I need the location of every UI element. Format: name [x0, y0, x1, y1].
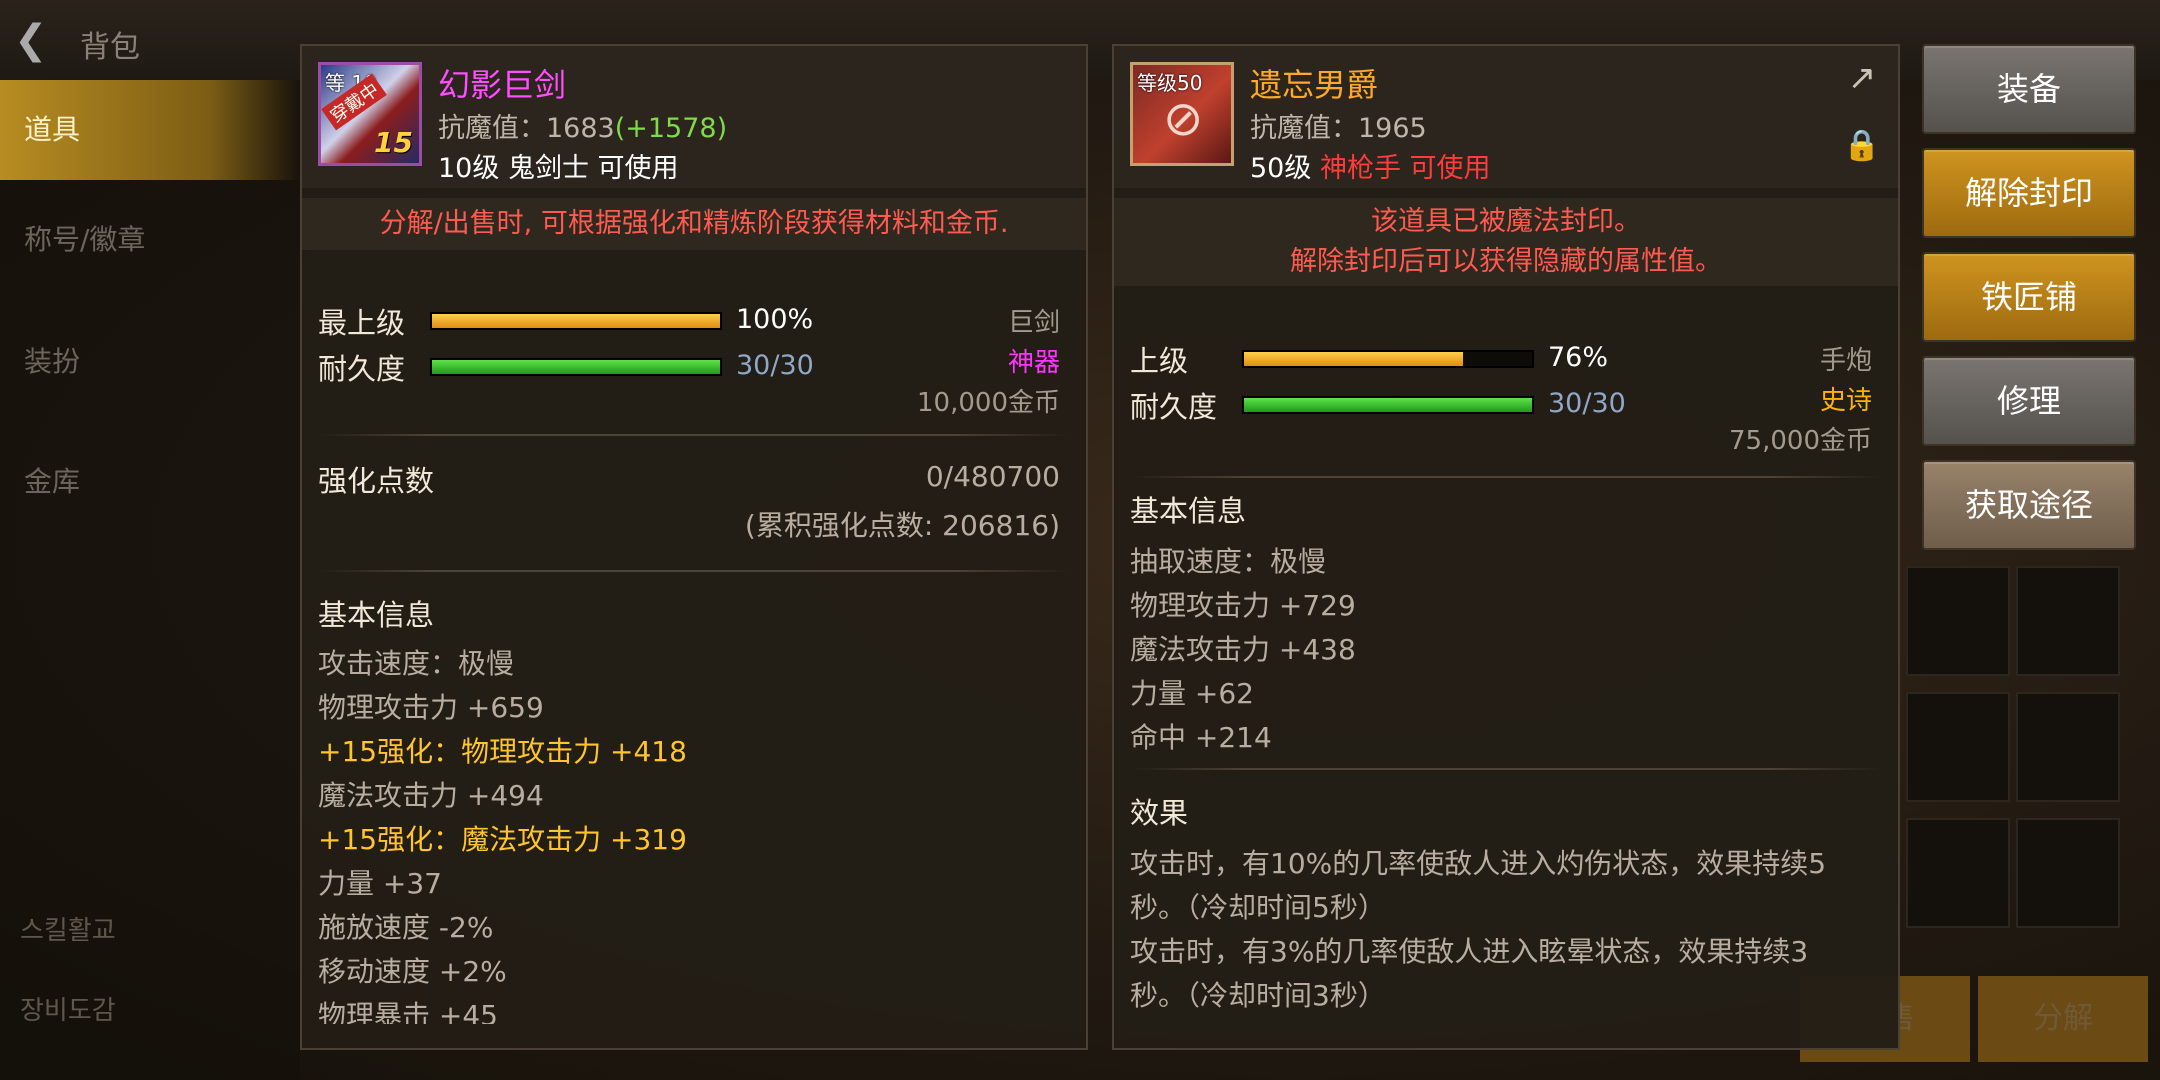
basic-info-title: 基本信息: [1130, 494, 1247, 528]
grade-bar-fill: [432, 314, 720, 328]
grade-value: 76%: [1548, 342, 1609, 373]
compare-item-panel: 等级50 ⊘ 遗忘男爵 抗魔值：1965 50级 神枪手 可使用 ↗ 🔒 该道具…: [1112, 44, 1900, 1050]
inventory-slot[interactable]: [2016, 818, 2120, 928]
nav-item-titles[interactable]: 称号/徽章: [0, 190, 300, 290]
item-name: 遗忘男爵: [1250, 66, 1379, 104]
item-resist: 抗魔值：1683(+1578): [438, 106, 727, 145]
inventory-slot[interactable]: [2016, 692, 2120, 802]
req-class-usable: 神枪手 可使用: [1319, 153, 1491, 184]
effect-line: 秒。（冷却时间5秒）: [1130, 891, 1386, 924]
divider: [318, 570, 1070, 572]
notice-line: 该道具已被魔法封印。: [1371, 206, 1641, 237]
price: 75,000金币: [1729, 426, 1872, 456]
durability-bar: [430, 358, 722, 376]
unseal-button[interactable]: 解除封印: [1922, 148, 2136, 238]
inventory-slot[interactable]: [1906, 818, 2010, 928]
enhance-value: 0/480700: [925, 460, 1060, 493]
effect-line: 攻击时，有10%的几率使敌人进入灼伤状态，效果持续5: [1130, 847, 1827, 880]
durability-value: 30/30: [1548, 388, 1626, 419]
disassemble-button[interactable]: 分解: [1978, 976, 2148, 1062]
nav-item-items[interactable]: 道具: [0, 80, 300, 180]
enhance-total: (累积强化点数: 206816): [744, 509, 1060, 542]
price: 10,000金币: [917, 388, 1060, 418]
basic-info-line: 施放速度 -2%: [318, 911, 494, 944]
basic-info-line: 移动速度 +2%: [318, 955, 507, 988]
basic-info-line: 命中 +214: [1130, 721, 1272, 754]
sealed-notice: 该道具已被魔法封印。 解除封印后可以获得隐藏的属性值。: [1114, 198, 1898, 286]
basic-info-line: 物理暴击 +45: [318, 999, 498, 1024]
basic-info-title: 基本信息: [318, 598, 435, 632]
durability-bar-fill: [432, 360, 720, 374]
req-class: 鬼剑士: [507, 153, 589, 184]
enhance-badge: 15: [374, 126, 413, 159]
divider: [1130, 476, 1882, 478]
item-name: 幻影巨剑: [438, 66, 567, 104]
enhance-label: 强化点数: [318, 464, 435, 498]
grade-label: 最上级: [318, 306, 406, 340]
item-resist: 抗魔值：1965: [1250, 113, 1427, 144]
notice-text: 分解/出售时, 可根据强化和精炼阶段获得材料和金币.: [302, 198, 1086, 250]
notice-line: 解除封印后可以获得隐藏的属性值。: [1290, 246, 1722, 277]
durability-value: 30/30: [736, 350, 814, 381]
back-arrow-icon[interactable]: ❮: [14, 18, 62, 62]
equip-button[interactable]: 装备: [1922, 44, 2136, 134]
resist-label: 抗魔值：1683: [438, 113, 615, 144]
nav-bottom-skill[interactable]: 스킬활교: [20, 910, 116, 947]
basic-info-line: 物理攻击力 +729: [1130, 589, 1356, 622]
equipped-item-panel: 等 10 穿戴中 15 幻影巨剑 抗魔值：1683(+1578) 10级 鬼剑士…: [300, 44, 1088, 1050]
obtain-source-button[interactable]: 获取途径: [1922, 460, 2136, 550]
top-title: 背包: [80, 30, 140, 65]
req-usable: 可使用: [597, 153, 679, 184]
item-requirement: 10级 鬼剑士 可使用: [438, 146, 679, 185]
basic-info-line: 力量 +37: [318, 867, 442, 900]
durability-label: 耐久度: [1130, 390, 1218, 424]
inventory-slot[interactable]: [1906, 566, 2010, 676]
basic-info-line: 魔法攻击力 +494: [318, 779, 544, 812]
req-level: 10级: [438, 153, 500, 184]
lock-icon[interactable]: 🔒: [1840, 126, 1884, 166]
grade-label: 上级: [1130, 344, 1189, 378]
basic-info-line: 攻击速度：极慢: [318, 647, 515, 680]
inventory-slot[interactable]: [1906, 692, 2010, 802]
nav-item-avatar[interactable]: 装扮: [0, 312, 300, 412]
repair-button[interactable]: 修理: [1922, 356, 2136, 446]
grade-bar: [430, 312, 722, 330]
grade-bar-fill: [1244, 352, 1463, 366]
nav-item-vault[interactable]: 金库: [0, 432, 300, 532]
divider: [1130, 768, 1882, 770]
durability-label: 耐久度: [318, 352, 406, 386]
share-icon[interactable]: ↗: [1840, 58, 1884, 98]
durability-bar-fill: [1244, 398, 1532, 412]
item-header: 等级50 ⊘ 遗忘男爵 抗魔值：1965 50级 神枪手 可使用 ↗ 🔒: [1114, 46, 1898, 188]
sealed-icon: ⊘: [1163, 91, 1204, 147]
basic-info-line: 物理攻击力 +659: [318, 691, 544, 724]
effect-line: 秒。（冷却时间3秒）: [1130, 979, 1386, 1012]
effect-title: 效果: [1130, 796, 1189, 830]
greatsword-item-icon: 等 10 穿戴中 15: [318, 62, 422, 166]
weapon-type: 手炮: [1819, 346, 1872, 376]
nav-bottom-codex[interactable]: 장비도감: [20, 990, 116, 1027]
inventory-slot[interactable]: [2016, 566, 2120, 676]
resist-bonus: (+1578): [614, 113, 728, 144]
blacksmith-button[interactable]: 铁匠铺: [1922, 252, 2136, 342]
req-level: 50级: [1250, 153, 1312, 184]
rarity: 神器: [1007, 348, 1060, 378]
item-requirement: 50级 神枪手 可使用: [1250, 146, 1491, 185]
rarity: 史诗: [1819, 386, 1872, 416]
basic-info-line: 力量 +62: [1130, 677, 1254, 710]
item-header: 等 10 穿戴中 15 幻影巨剑 抗魔值：1683(+1578) 10级 鬼剑士…: [302, 46, 1086, 188]
basic-info-line: 魔法攻击力 +438: [1130, 633, 1356, 666]
grade-value: 100%: [736, 304, 814, 335]
divider: [318, 434, 1070, 436]
durability-bar: [1242, 396, 1534, 414]
grade-bar: [1242, 350, 1534, 368]
basic-info-list: 攻击速度：极慢 物理攻击力 +659 +15强化：物理攻击力 +418 魔法攻击…: [302, 642, 1086, 1042]
basic-info-line: +15强化：魔法攻击力 +319: [318, 823, 687, 856]
basic-info-line: +15强化：物理攻击力 +418: [318, 735, 687, 768]
basic-info-line: 抽取速度：极慢: [1130, 545, 1327, 578]
hand-cannon-item-icon: 等级50 ⊘: [1130, 62, 1234, 166]
effect-line: 攻击时，有3%的几率使敌人进入眩晕状态，效果持续3: [1130, 935, 1809, 968]
weapon-type: 巨剑: [1007, 308, 1060, 338]
